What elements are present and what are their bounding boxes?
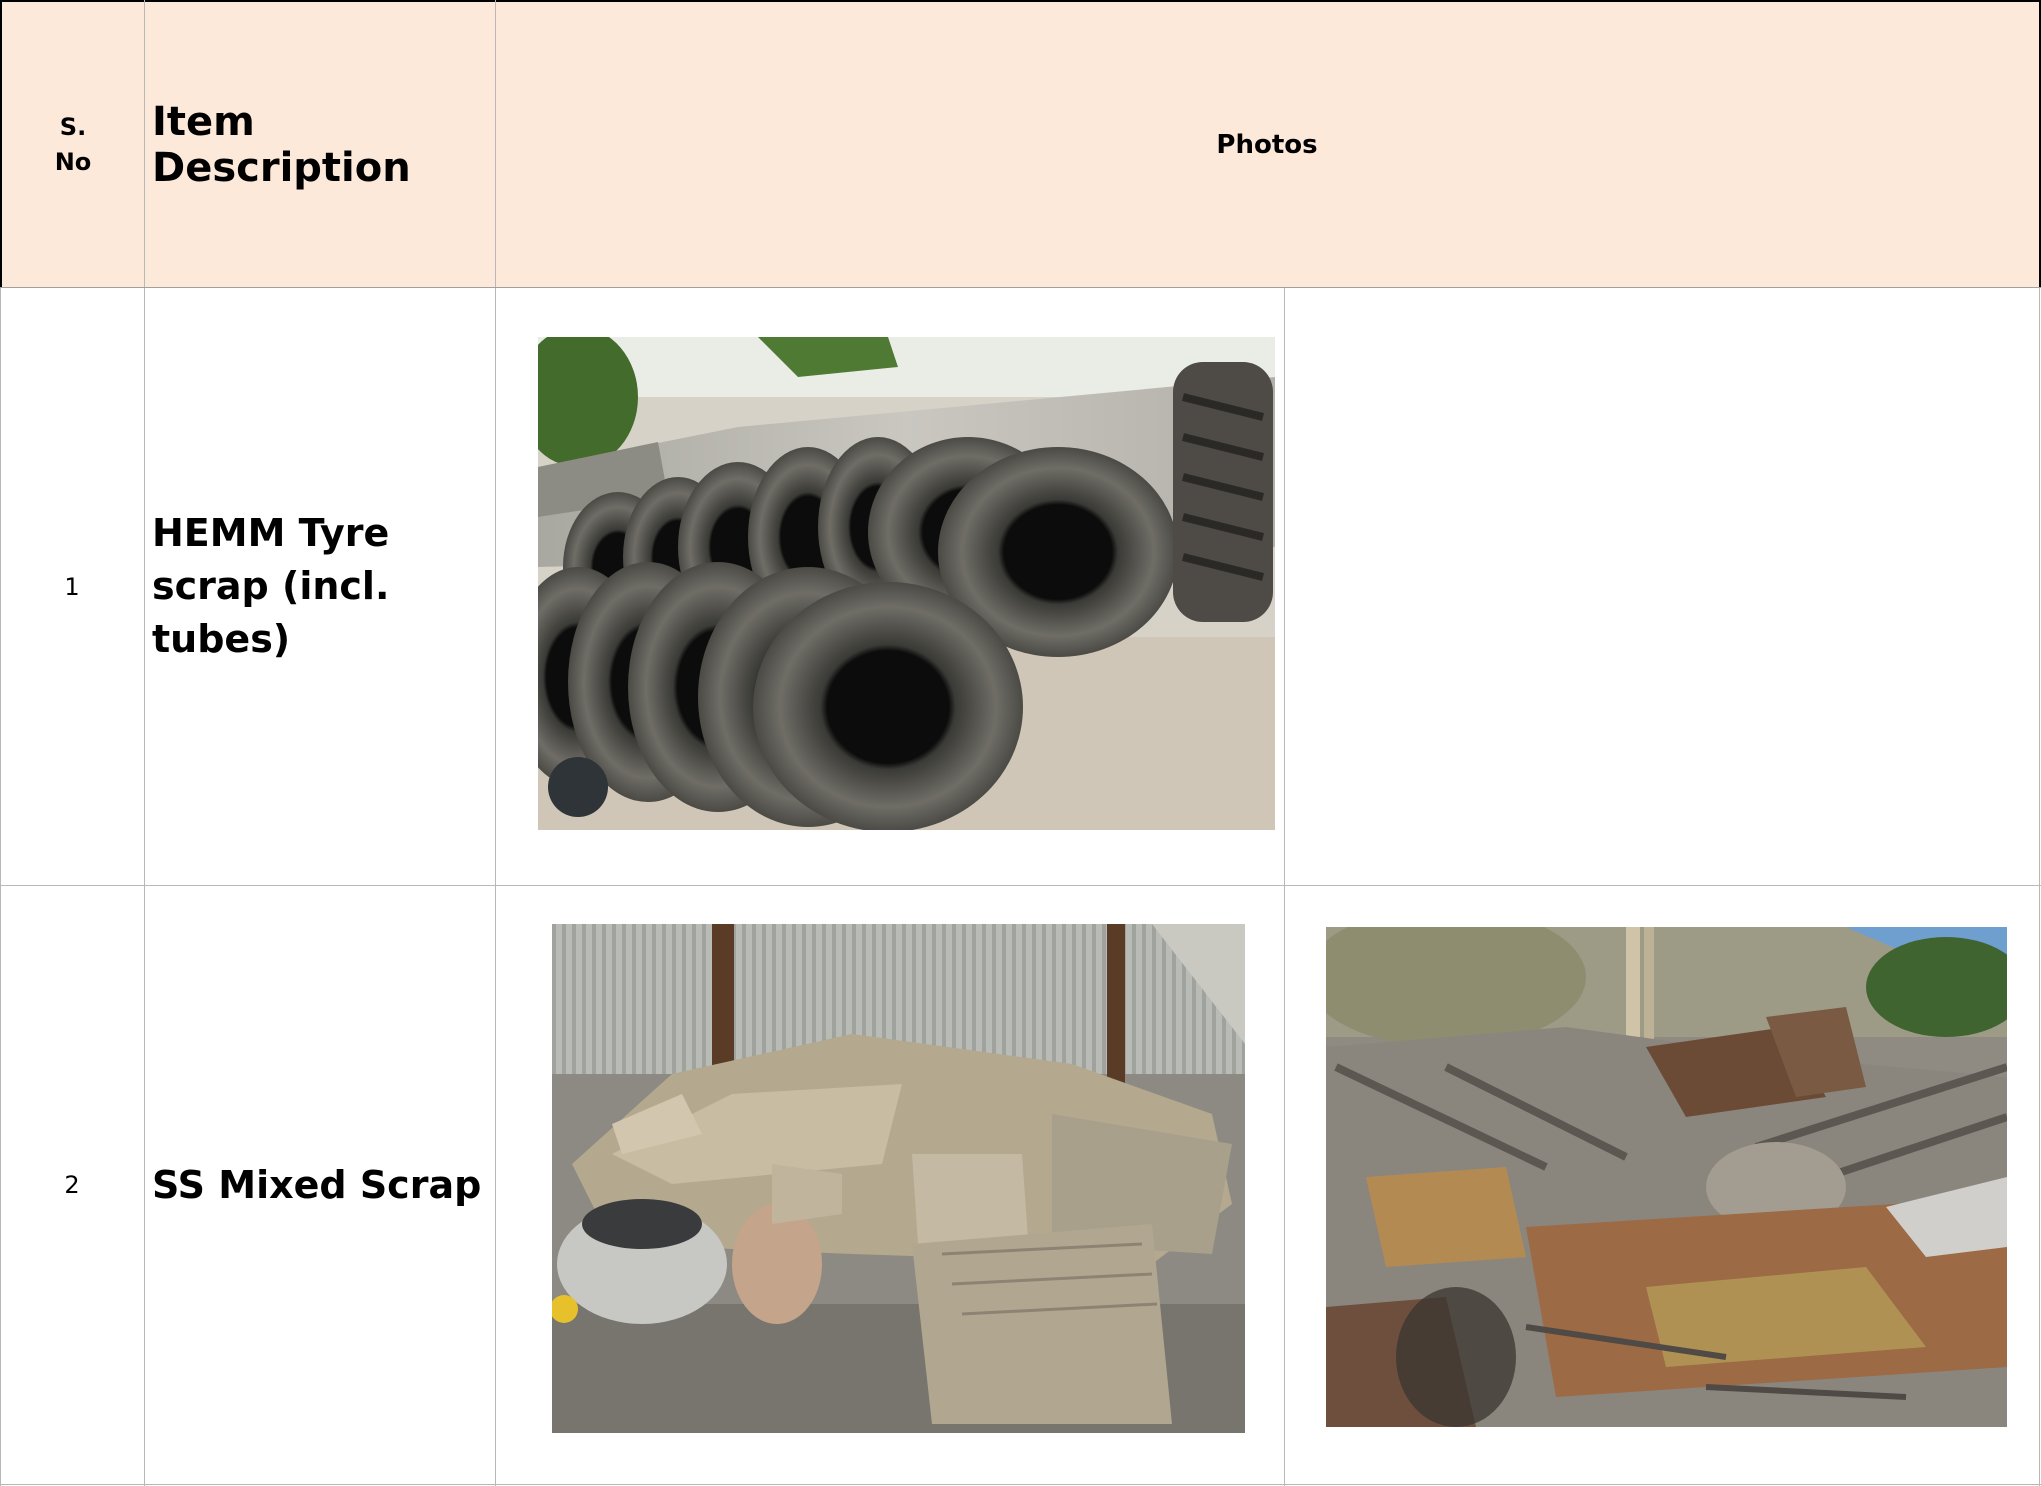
row2-description: SS Mixed Scrap [152, 1162, 482, 1207]
grid-line-right [2039, 287, 2040, 1486]
grid-line-row2-bottom [0, 1484, 2041, 1485]
grid-line-col3 [1284, 287, 1285, 1486]
tyre-scrap-photo [538, 337, 1275, 830]
grid-line-col1 [144, 0, 145, 1486]
ss-scrap-yard-photo [1326, 927, 2007, 1427]
row2-sno: 2 [64, 1171, 80, 1199]
header-sno-cell: S. No [2, 2, 144, 287]
row1-description: HEMM Tyre scrap (incl. tubes) [152, 511, 390, 661]
header-description-cell: Item Description [152, 2, 492, 287]
ss-scrap-shed-photo [552, 924, 1245, 1433]
header-photos-label: Photos [1216, 129, 1318, 160]
header-sno-label: S. No [54, 112, 92, 176]
row1-sno: 1 [64, 572, 80, 601]
grid-line-col2 [495, 0, 496, 1486]
row1-sno-cell: 1 [0, 288, 144, 885]
row2-sno-cell: 2 [0, 886, 144, 1484]
header-description-label: Item Description [152, 98, 411, 191]
row1-description-cell: HEMM Tyre scrap (incl. tubes) [152, 288, 492, 885]
scrap-items-table: S. No Item Description Photos 1 HEMM Tyr… [0, 0, 2041, 1486]
header-photos-cell: Photos [495, 2, 2039, 287]
row2-description-cell: SS Mixed Scrap [152, 886, 492, 1484]
